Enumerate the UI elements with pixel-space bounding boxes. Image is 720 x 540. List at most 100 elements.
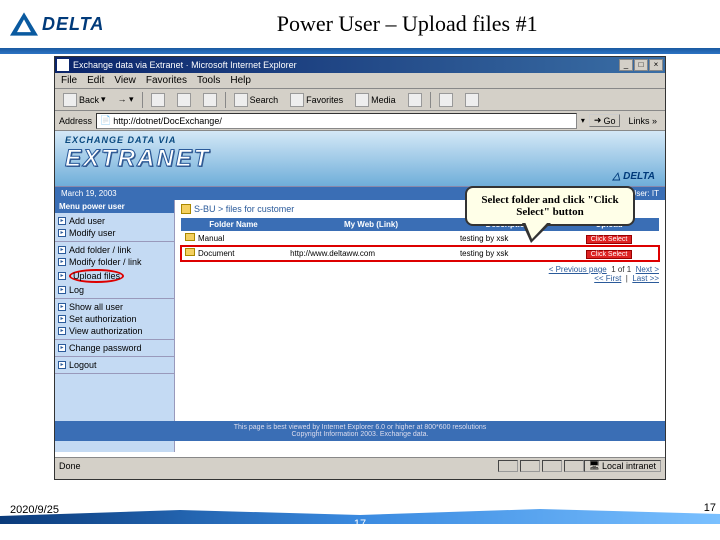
delta-mini-logo: △ DELTA [613,171,655,182]
favorites-label: Favorites [306,95,343,105]
bullet-icon: ▸ [58,315,66,323]
status-box [542,460,562,472]
bullet-icon: ▸ [58,361,66,369]
back-label: Back [79,95,99,105]
click-select-button[interactable]: Click Select [586,250,633,259]
sidebar-item-label: Change password [69,343,142,353]
sidebar-item[interactable]: ▸Logout [55,359,174,371]
folder-icon [185,248,195,256]
menu-file[interactable]: File [61,75,77,86]
pager-next[interactable]: Next > [636,265,659,274]
click-select-button[interactable]: Click Select [586,235,633,244]
home-icon [203,93,217,107]
bullet-icon: ▸ [58,229,66,237]
mail-icon [439,93,453,107]
media-label: Media [371,95,396,105]
sidebar-item[interactable]: ▸Set authorization [55,313,174,325]
upload-cell: Click Select [559,231,659,246]
page-content: EXCHANGE DATA VIA EXTRANET △ DELTA March… [55,131,665,457]
menu-favorites[interactable]: Favorites [146,75,187,86]
main-panel: Select folder and click "Click Select" b… [175,200,665,452]
ie-app-icon [57,59,69,71]
menu-help[interactable]: Help [230,75,251,86]
menu-tools[interactable]: Tools [197,75,220,86]
ie-toolbar: Back ▾ → ▾ Search Favorites Media [55,89,665,111]
sidebar-item[interactable]: ▸Add folder / link [55,244,174,256]
callout-tail-icon [522,223,551,243]
folder-icon [181,204,191,214]
toolbar-sep [142,92,143,108]
ie-title-text: Exchange data via Extranet · Microsoft I… [73,60,619,70]
toolbar-sep [430,92,431,108]
sidebar-item[interactable]: ▸View authorization [55,325,174,337]
back-button[interactable]: Back ▾ [59,92,110,108]
stop-button[interactable] [147,92,169,108]
search-button[interactable]: Search [230,92,283,108]
search-icon [234,93,248,107]
star-icon [290,93,304,107]
close-button[interactable]: × [649,59,663,71]
print-button[interactable] [461,92,483,108]
sidebar-item-label: Upload files [73,271,120,281]
minimize-button[interactable]: _ [619,59,633,71]
forward-button[interactable]: → ▾ [114,93,138,106]
footer-line2: Copyright Information 2003. Exchange dat… [55,431,665,438]
pager-prev[interactable]: < Previous page [549,265,607,274]
status-done: Done [59,461,496,471]
sidebar-item[interactable]: ▸Modify folder / link [55,256,174,268]
address-label: Address [59,116,92,126]
sidebar-item[interactable]: ▸Add user [55,215,174,227]
search-label: Search [250,95,279,105]
mail-button[interactable] [435,92,457,108]
ie-menubar: File Edit View Favorites Tools Help [55,73,665,89]
folder-name-cell: Document [181,246,286,261]
callout-text: Select folder and click "Click Select" b… [481,194,618,218]
sidebar-item[interactable]: ▸Log [55,284,174,296]
pager-first[interactable]: << First [594,274,621,283]
pager-last[interactable]: Last >> [632,274,659,283]
pager-info: 1 of 1 [611,265,631,274]
bullet-icon: ▸ [58,286,66,294]
menu-edit[interactable]: Edit [87,75,104,86]
page-number-center: 17 [354,518,366,530]
address-input[interactable]: 📄 http://dotnet/DocExchange/ [96,113,577,129]
folder-name-cell: Manual [181,231,286,246]
stop-icon [151,93,165,107]
refresh-icon [177,93,191,107]
home-button[interactable] [199,92,221,108]
sidebar-item-label: Modify folder / link [69,257,142,267]
extranet-banner: EXCHANGE DATA VIA EXTRANET △ DELTA [55,131,665,187]
back-arrow-icon [63,93,77,107]
sidebar-item[interactable]: ▸Show all user [55,301,174,313]
ie-addressbar: Address 📄 http://dotnet/DocExchange/ ▾ ➜… [55,111,665,131]
folder-icon [185,233,195,241]
column-header: My Web (Link) [286,218,456,231]
sidebar-item[interactable]: ▸ Upload files [55,268,174,284]
media-button[interactable]: Media [351,92,400,108]
sidebar-item-label: Add folder / link [69,245,131,255]
bullet-icon: ▸ [58,272,66,280]
links-label[interactable]: Links » [624,116,661,126]
go-button[interactable]: ➜ Go [589,114,621,127]
sidebar-item-label: Add user [69,216,105,226]
status-box [498,460,518,472]
history-button[interactable] [404,92,426,108]
maximize-button[interactable]: □ [634,59,648,71]
upload-cell: Click Select [559,246,659,261]
sidebar-item[interactable]: ▸Change password [55,342,174,354]
status-box [520,460,540,472]
bullet-icon: ▸ [58,246,66,254]
sidebar-item[interactable]: ▸Modify user [55,227,174,239]
sidebar-item-label: View authorization [69,326,142,336]
bullet-icon: ▸ [58,303,66,311]
menu-view[interactable]: View [114,75,136,86]
sidebar-item-label: Modify user [69,228,116,238]
media-icon [355,93,369,107]
refresh-button[interactable] [173,92,195,108]
toolbar-sep [225,92,226,108]
bullet-icon: ▸ [58,217,66,225]
slide-footer: 2020/9/25 17 17 Delta Confidential [0,504,720,540]
intranet-icon: 🖥 [589,460,600,471]
favorites-button[interactable]: Favorites [286,92,347,108]
window-controls: _ □ × [619,59,663,71]
